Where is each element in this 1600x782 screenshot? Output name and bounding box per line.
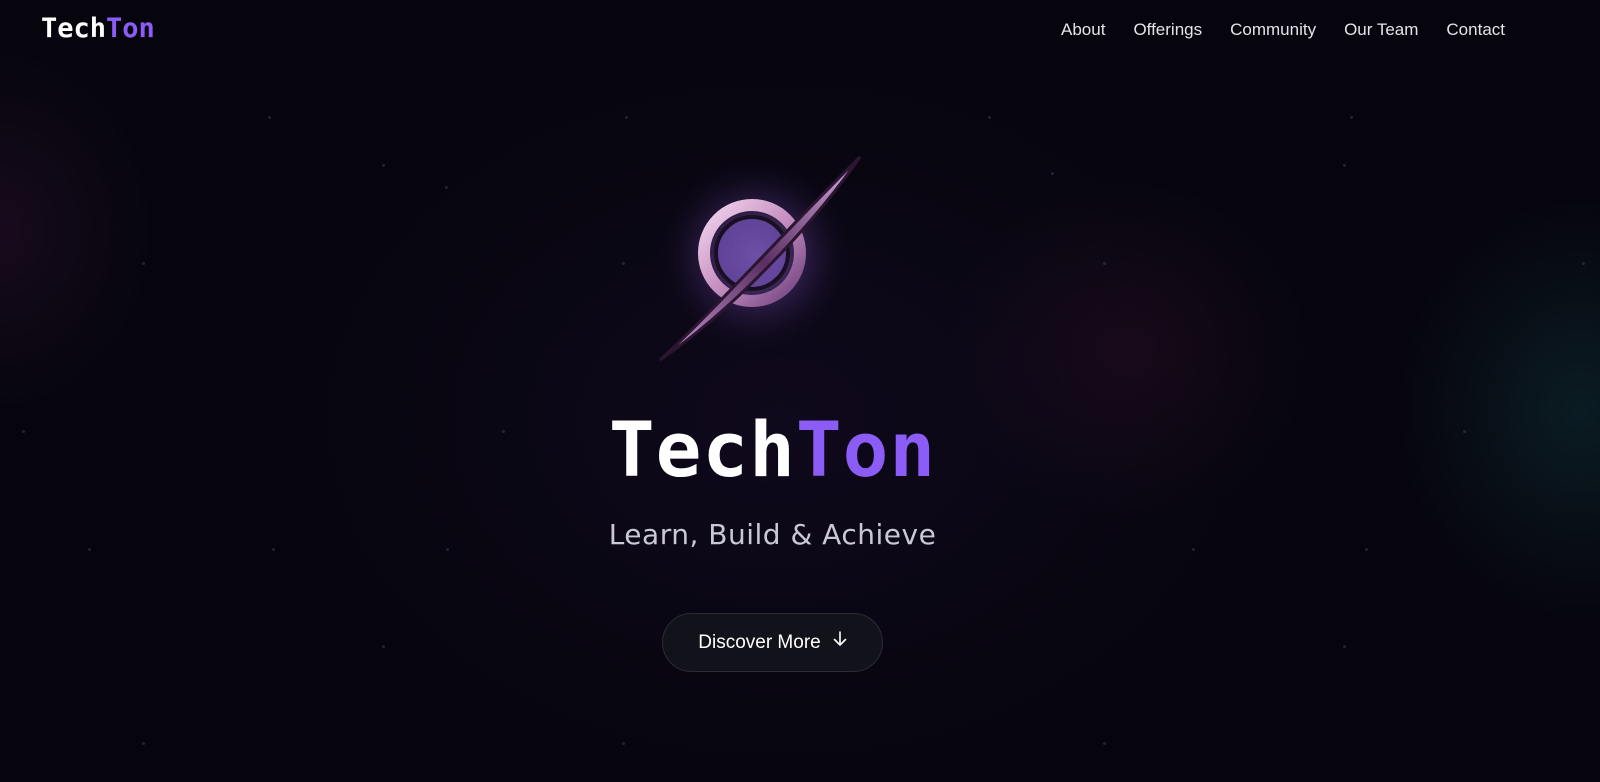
background-dot bbox=[1051, 172, 1054, 175]
background-dot bbox=[1343, 164, 1346, 167]
background-dot bbox=[1103, 742, 1106, 745]
landing-page: TechTon About Offerings Community Our Te… bbox=[0, 0, 1600, 782]
nav-link-our-team[interactable]: Our Team bbox=[1344, 20, 1418, 40]
background-dot bbox=[988, 116, 991, 119]
background-dot bbox=[382, 645, 385, 648]
brand-logo-part2: Ton bbox=[106, 13, 155, 44]
brand-logo[interactable]: TechTon bbox=[41, 13, 155, 44]
ringed-planet-icon bbox=[650, 145, 880, 375]
hero-title-part2: Ton bbox=[795, 405, 937, 494]
background-dot bbox=[268, 116, 271, 119]
hero-tagline: Learn, Build & Achieve bbox=[608, 518, 937, 551]
hero-title: TechTon bbox=[0, 405, 1545, 494]
hero-title-part1: Tech bbox=[608, 405, 796, 494]
background-dot bbox=[1582, 262, 1585, 265]
nav-link-community[interactable]: Community bbox=[1230, 20, 1316, 40]
background-dot bbox=[142, 742, 145, 745]
background-dot bbox=[622, 262, 625, 265]
background-dot bbox=[622, 742, 625, 745]
background-dot bbox=[445, 186, 448, 189]
discover-more-label: Discover More bbox=[698, 631, 821, 653]
background-dot bbox=[1350, 116, 1353, 119]
background-dot bbox=[1103, 262, 1106, 265]
background-dot bbox=[625, 116, 628, 119]
nav-link-about[interactable]: About bbox=[1061, 20, 1105, 40]
brand-logo-part1: Tech bbox=[41, 13, 107, 44]
nav-link-offerings[interactable]: Offerings bbox=[1133, 20, 1202, 40]
arrow-down-icon bbox=[833, 630, 847, 651]
background-dot bbox=[142, 262, 145, 265]
background-dot bbox=[382, 164, 385, 167]
background-dot bbox=[1343, 645, 1346, 648]
top-navbar: TechTon About Offerings Community Our Te… bbox=[0, 0, 1600, 64]
discover-more-button[interactable]: Discover More bbox=[662, 613, 883, 672]
nav-link-contact[interactable]: Contact bbox=[1446, 20, 1505, 40]
nav-links: About Offerings Community Our Team Conta… bbox=[1061, 20, 1505, 40]
